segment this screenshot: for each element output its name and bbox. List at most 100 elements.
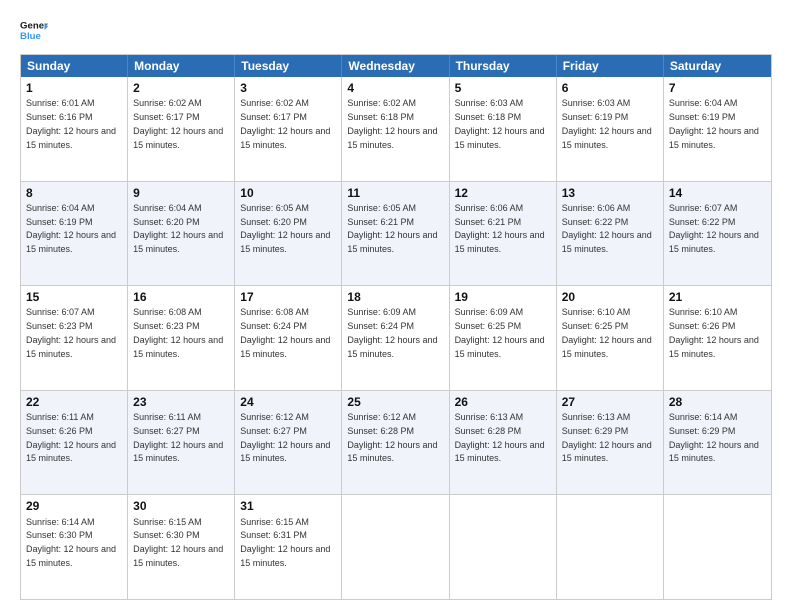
day-number: 14 (669, 185, 766, 201)
day-number: 17 (240, 289, 336, 305)
day-header-wednesday: Wednesday (342, 55, 449, 77)
calendar-page: General Blue SundayMondayTuesdayWednesda… (0, 0, 792, 612)
day-cell-2: 2 Sunrise: 6:02 AMSunset: 6:17 PMDaylight… (128, 77, 235, 181)
day-number: 10 (240, 185, 336, 201)
day-cell-12: 12 Sunrise: 6:06 AMSunset: 6:21 PMDayligh… (450, 182, 557, 286)
day-cell-22: 22 Sunrise: 6:11 AMSunset: 6:26 PMDayligh… (21, 391, 128, 495)
cell-info: Sunrise: 6:14 AMSunset: 6:29 PMDaylight:… (669, 412, 759, 463)
day-cell-28: 28Sunrise: 6:14 AMSunset: 6:29 PMDayligh… (664, 391, 771, 495)
day-number: 16 (133, 289, 229, 305)
day-number: 6 (562, 80, 658, 96)
day-number: 31 (240, 498, 336, 514)
cell-info: Sunrise: 6:15 AMSunset: 6:31 PMDaylight:… (240, 517, 330, 568)
calendar-row-3: 15Sunrise: 6:07 AMSunset: 6:23 PMDayligh… (21, 285, 771, 390)
day-cell-21: 21Sunrise: 6:10 AMSunset: 6:26 PMDayligh… (664, 286, 771, 390)
calendar-row-4: 22 Sunrise: 6:11 AMSunset: 6:26 PMDayligh… (21, 390, 771, 495)
day-number: 7 (669, 80, 766, 96)
cell-info: Sunrise: 6:02 AMSunset: 6:17 PMDaylight:… (240, 98, 330, 149)
day-number: 11 (347, 185, 443, 201)
empty-cell (664, 495, 771, 599)
day-number: 12 (455, 185, 551, 201)
cell-info: Sunrise: 6:11 AMSunset: 6:27 PMDaylight:… (133, 412, 223, 463)
day-number: 19 (455, 289, 551, 305)
day-cell-24: 24 Sunrise: 6:12 AMSunset: 6:27 PMDayligh… (235, 391, 342, 495)
day-cell-8: 8Sunrise: 6:04 AMSunset: 6:19 PMDaylight… (21, 182, 128, 286)
day-header-friday: Friday (557, 55, 664, 77)
day-number: 2 (133, 80, 229, 96)
day-number: 13 (562, 185, 658, 201)
day-number: 20 (562, 289, 658, 305)
day-number: 4 (347, 80, 443, 96)
cell-info: Sunrise: 6:02 AMSunset: 6:17 PMDaylight:… (133, 98, 223, 149)
day-cell-26: 26Sunrise: 6:13 AMSunset: 6:28 PMDayligh… (450, 391, 557, 495)
day-number: 27 (562, 394, 658, 410)
day-number: 15 (26, 289, 122, 305)
day-cell-17: 17 Sunrise: 6:08 AMSunset: 6:24 PMDayligh… (235, 286, 342, 390)
day-cell-18: 18 Sunrise: 6:09 AMSunset: 6:24 PMDayligh… (342, 286, 449, 390)
day-number: 9 (133, 185, 229, 201)
calendar-row-5: 29 Sunrise: 6:14 AMSunset: 6:30 PMDayligh… (21, 494, 771, 599)
day-cell-15: 15Sunrise: 6:07 AMSunset: 6:23 PMDayligh… (21, 286, 128, 390)
cell-info: Sunrise: 6:04 AMSunset: 6:19 PMDaylight:… (26, 203, 116, 254)
day-header-sunday: Sunday (21, 55, 128, 77)
cell-info: Sunrise: 6:13 AMSunset: 6:29 PMDaylight:… (562, 412, 652, 463)
day-number: 5 (455, 80, 551, 96)
cell-info: Sunrise: 6:12 AMSunset: 6:28 PMDaylight:… (347, 412, 437, 463)
day-cell-10: 10 Sunrise: 6:05 AMSunset: 6:20 PMDayligh… (235, 182, 342, 286)
day-cell-25: 25Sunrise: 6:12 AMSunset: 6:28 PMDayligh… (342, 391, 449, 495)
day-number: 23 (133, 394, 229, 410)
header: General Blue (20, 16, 772, 44)
day-cell-19: 19 Sunrise: 6:09 AMSunset: 6:25 PMDayligh… (450, 286, 557, 390)
day-cell-13: 13 Sunrise: 6:06 AMSunset: 6:22 PMDayligh… (557, 182, 664, 286)
cell-info: Sunrise: 6:11 AMSunset: 6:26 PMDaylight:… (26, 412, 116, 463)
day-cell-14: 14 Sunrise: 6:07 AMSunset: 6:22 PMDayligh… (664, 182, 771, 286)
day-cell-23: 23 Sunrise: 6:11 AMSunset: 6:27 PMDayligh… (128, 391, 235, 495)
day-header-saturday: Saturday (664, 55, 771, 77)
day-cell-1: 1Sunrise: 6:01 AMSunset: 6:16 PMDaylight… (21, 77, 128, 181)
day-cell-30: 30 Sunrise: 6:15 AMSunset: 6:30 PMDayligh… (128, 495, 235, 599)
empty-cell (450, 495, 557, 599)
logo-icon: General Blue (20, 16, 48, 44)
cell-info: Sunrise: 6:05 AMSunset: 6:20 PMDaylight:… (240, 203, 330, 254)
cell-info: Sunrise: 6:14 AMSunset: 6:30 PMDaylight:… (26, 517, 116, 568)
cell-info: Sunrise: 6:15 AMSunset: 6:30 PMDaylight:… (133, 517, 223, 568)
day-number: 26 (455, 394, 551, 410)
cell-info: Sunrise: 6:09 AMSunset: 6:24 PMDaylight:… (347, 307, 437, 358)
day-header-tuesday: Tuesday (235, 55, 342, 77)
logo: General Blue (20, 16, 48, 44)
calendar: SundayMondayTuesdayWednesdayThursdayFrid… (20, 54, 772, 600)
day-header-monday: Monday (128, 55, 235, 77)
day-number: 18 (347, 289, 443, 305)
day-cell-31: 31 Sunrise: 6:15 AMSunset: 6:31 PMDayligh… (235, 495, 342, 599)
calendar-row-2: 8Sunrise: 6:04 AMSunset: 6:19 PMDaylight… (21, 181, 771, 286)
cell-info: Sunrise: 6:06 AMSunset: 6:21 PMDaylight:… (455, 203, 545, 254)
day-number: 24 (240, 394, 336, 410)
day-number: 22 (26, 394, 122, 410)
day-cell-4: 4 Sunrise: 6:02 AMSunset: 6:18 PMDaylight… (342, 77, 449, 181)
day-number: 3 (240, 80, 336, 96)
cell-info: Sunrise: 6:06 AMSunset: 6:22 PMDaylight:… (562, 203, 652, 254)
cell-info: Sunrise: 6:07 AMSunset: 6:22 PMDaylight:… (669, 203, 759, 254)
cell-info: Sunrise: 6:08 AMSunset: 6:24 PMDaylight:… (240, 307, 330, 358)
day-cell-9: 9 Sunrise: 6:04 AMSunset: 6:20 PMDaylight… (128, 182, 235, 286)
day-number: 30 (133, 498, 229, 514)
cell-info: Sunrise: 6:03 AMSunset: 6:18 PMDaylight:… (455, 98, 545, 149)
cell-info: Sunrise: 6:10 AMSunset: 6:26 PMDaylight:… (669, 307, 759, 358)
empty-cell (557, 495, 664, 599)
day-number: 29 (26, 498, 122, 514)
cell-info: Sunrise: 6:12 AMSunset: 6:27 PMDaylight:… (240, 412, 330, 463)
cell-info: Sunrise: 6:05 AMSunset: 6:21 PMDaylight:… (347, 203, 437, 254)
cell-info: Sunrise: 6:04 AMSunset: 6:20 PMDaylight:… (133, 203, 223, 254)
cell-info: Sunrise: 6:02 AMSunset: 6:18 PMDaylight:… (347, 98, 437, 149)
cell-info: Sunrise: 6:03 AMSunset: 6:19 PMDaylight:… (562, 98, 652, 149)
day-cell-20: 20Sunrise: 6:10 AMSunset: 6:25 PMDayligh… (557, 286, 664, 390)
cell-info: Sunrise: 6:09 AMSunset: 6:25 PMDaylight:… (455, 307, 545, 358)
calendar-body: 1Sunrise: 6:01 AMSunset: 6:16 PMDaylight… (21, 77, 771, 599)
day-cell-16: 16Sunrise: 6:08 AMSunset: 6:23 PMDayligh… (128, 286, 235, 390)
day-cell-29: 29 Sunrise: 6:14 AMSunset: 6:30 PMDayligh… (21, 495, 128, 599)
calendar-header: SundayMondayTuesdayWednesdayThursdayFrid… (21, 55, 771, 77)
day-cell-6: 6 Sunrise: 6:03 AMSunset: 6:19 PMDaylight… (557, 77, 664, 181)
svg-text:General: General (20, 20, 48, 31)
cell-info: Sunrise: 6:01 AMSunset: 6:16 PMDaylight:… (26, 98, 116, 149)
day-cell-3: 3 Sunrise: 6:02 AMSunset: 6:17 PMDaylight… (235, 77, 342, 181)
